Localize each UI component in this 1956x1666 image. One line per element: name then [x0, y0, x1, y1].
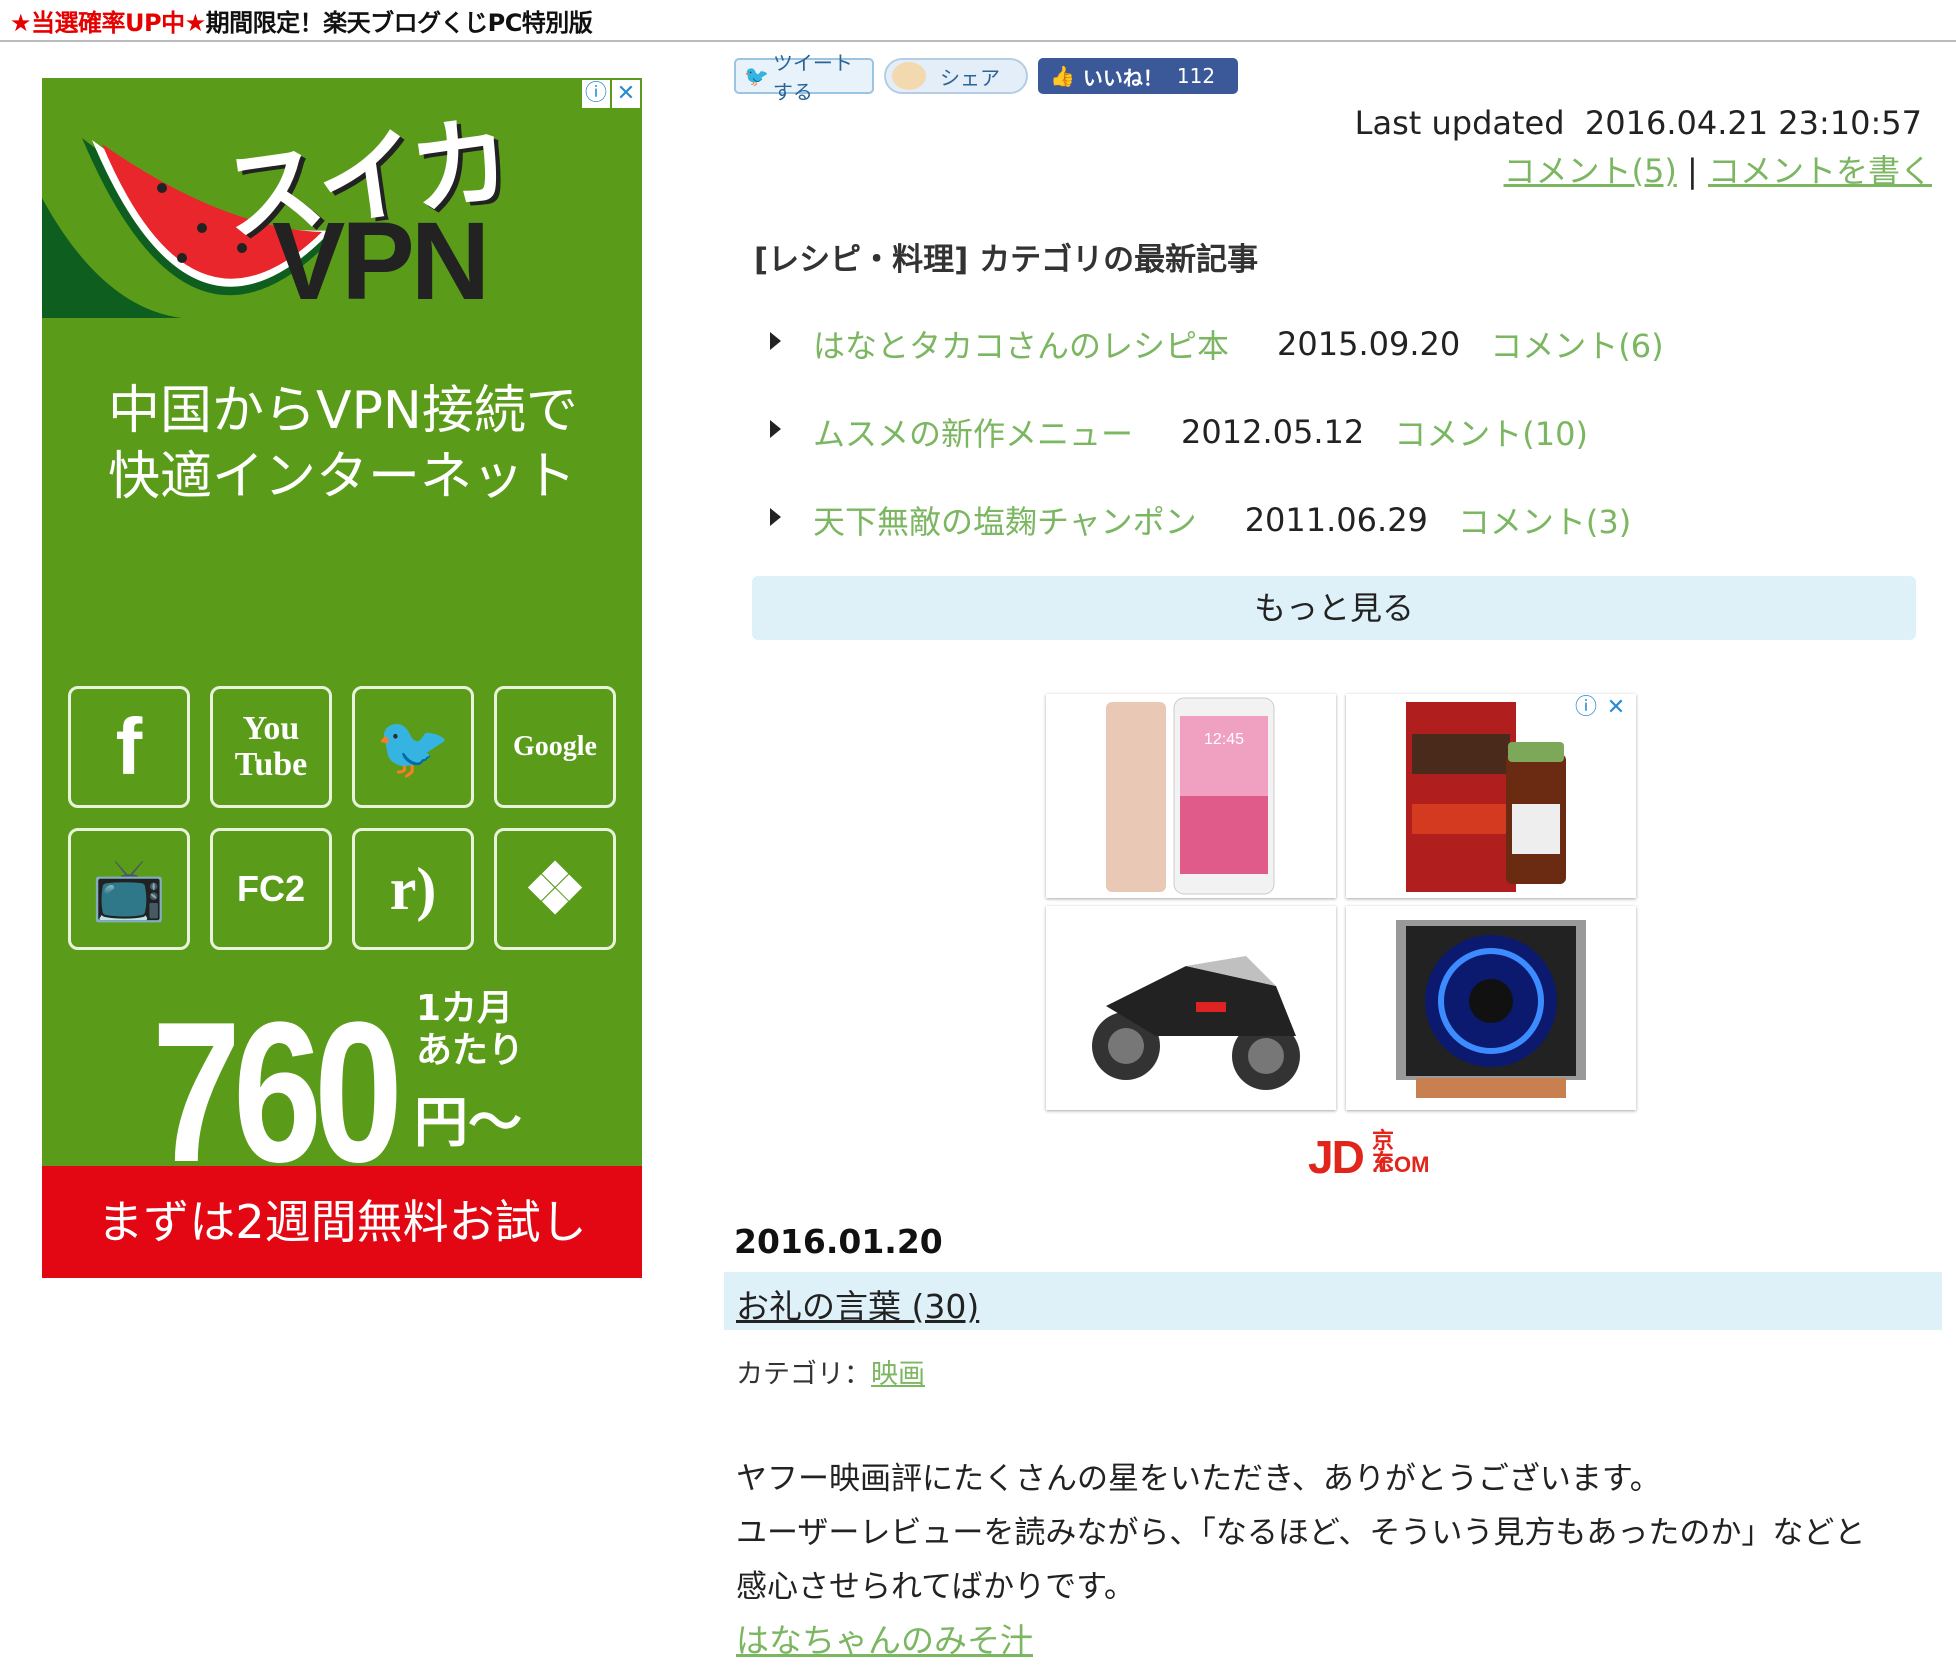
service-icon-grid: f You Tube 🐦 Google 📺 FC2 r) ❖: [68, 686, 616, 950]
last-updated-value: 2016.04.21 23:10:57: [1584, 104, 1922, 142]
share-label: シェア: [940, 65, 1000, 90]
post-body: ヤフー映画評にたくさんの星をいただき、ありがとうございます。 ユーザーレビューを…: [736, 1452, 1946, 1666]
post-title-link[interactable]: お礼の言葉 (30): [736, 1280, 979, 1328]
article-link[interactable]: ムスメの新作メニュー: [813, 409, 1133, 455]
like-label: いいね！: [1082, 65, 1163, 90]
cpu-cooler-image: [1396, 920, 1586, 1098]
post-body-line-1: ヤフー映画評にたくさんの星をいただき、ありがとうございます。: [736, 1461, 1661, 1497]
dropbox-icon: ❖: [494, 828, 616, 950]
ad-choices[interactable]: ⓘ ✕: [582, 80, 640, 108]
jd-logo: JD 京东 .COM: [1308, 1130, 1429, 1184]
ad-choices[interactable]: ⓘ ✕: [1572, 694, 1630, 722]
bullet-arrow-icon: [770, 332, 781, 350]
fc2-icon: FC2: [210, 828, 332, 950]
bullet-arrow-icon: [770, 420, 781, 438]
free-trial-cta[interactable]: まずは2週間無料お試し: [42, 1166, 642, 1278]
youtube-icon: You Tube: [210, 686, 332, 808]
facebook-icon: f: [68, 686, 190, 808]
like-count: 112: [1176, 64, 1216, 88]
tagline-line-1: 中国からVPN接続で: [108, 381, 578, 441]
close-icon[interactable]: ✕: [612, 80, 640, 108]
twitter-icon: 🐦: [352, 686, 474, 808]
supplement-image: [1406, 702, 1566, 892]
list-item: ムスメの新作メニュー 2012.05.12 コメント(10): [770, 388, 1920, 476]
comment-links: コメント(5) | コメントを書く: [1504, 146, 1932, 192]
category-section-title: [レシピ・料理] カテゴリの最新記事: [754, 242, 1259, 278]
post-body-link[interactable]: はなちゃんのみそ汁: [736, 1621, 1033, 1660]
post-category-link[interactable]: 映画: [871, 1359, 925, 1390]
product-nattokinase[interactable]: [1346, 694, 1636, 898]
jd-logo-com: .COM: [1372, 1152, 1430, 1177]
jd-logo-main: JD: [1308, 1131, 1365, 1183]
mascot-icon: [892, 62, 926, 90]
comment-separator: |: [1687, 152, 1698, 190]
list-item: はなとタカコさんのレシピ本 2015.09.20 コメント(6): [770, 300, 1920, 388]
article-comments-link[interactable]: コメント(3): [1458, 497, 1631, 543]
price-period: 1カ月 あたり: [416, 988, 524, 1072]
smartphone-image: 12:45: [1106, 697, 1275, 895]
niconico-icon: 📺: [68, 828, 190, 950]
bullet-arrow-icon: [770, 508, 781, 526]
twitter-bird-icon: 🐦: [744, 64, 769, 88]
article-link[interactable]: はなとタカコさんのレシピ本: [813, 321, 1229, 367]
facebook-like-button[interactable]: 👍 いいね！ 112: [1038, 58, 1238, 94]
post-body-line-2: ユーザーレビューを読みながら、「なるほど、そういう見方もあったのか」などと: [736, 1515, 1866, 1551]
post-category-label: カテゴリ：: [736, 1359, 871, 1390]
post-body-line-3: 感心させられてばかりです。: [736, 1569, 1135, 1605]
post-title-bar: お礼の言葉 (30): [724, 1272, 1942, 1330]
tagline-line-2: 快適インターネット: [108, 447, 577, 507]
product-motorbike[interactable]: [1046, 906, 1336, 1110]
last-updated-label: Last updated: [1354, 104, 1565, 142]
list-item: 天下無敵の塩麹チャンポン 2011.06.29 コメント(3): [770, 476, 1920, 564]
product-cpu-cooler[interactable]: [1346, 906, 1636, 1110]
article-comments-link[interactable]: コメント(6): [1490, 321, 1663, 367]
thumbs-up-icon: 👍: [1050, 64, 1075, 88]
google-icon: Google: [494, 686, 616, 808]
post-date: 2016.01.20: [734, 1222, 943, 1261]
recent-articles-list: はなとタカコさんのレシピ本 2015.09.20 コメント(6) ムスメの新作メ…: [770, 300, 1920, 564]
ad-tagline: 中国からVPN接続で 快適インターネット: [108, 378, 588, 510]
close-icon[interactable]: ✕: [1602, 694, 1630, 722]
info-icon[interactable]: ⓘ: [1572, 694, 1600, 722]
promo-highlight: ★当選確率UP中★: [10, 9, 206, 37]
svg-text:12:45: 12:45: [1204, 731, 1244, 748]
article-link[interactable]: 天下無敵の塩麹チャンポン: [813, 497, 1197, 543]
article-comments-link[interactable]: コメント(10): [1394, 409, 1588, 455]
article-date: 2015.09.20: [1277, 325, 1461, 363]
rakuten-radio-icon: r): [352, 828, 474, 950]
motorbike-image: [1092, 956, 1300, 1090]
price-period-line-1: 1カ月: [416, 988, 514, 1029]
jd-product-ad[interactable]: 12:45 ⓘ ✕ JD 京东 .COM: [1046, 694, 1640, 1184]
see-more-button[interactable]: もっと見る: [752, 576, 1916, 640]
tweet-label: ツイートする: [772, 51, 853, 104]
tweet-button[interactable]: 🐦 ツイートする: [734, 51, 874, 104]
vpn-ad-banner[interactable]: スイカ VPN ⓘ ✕ 中国からVPN接続で 快適インターネット f You T…: [42, 78, 642, 1278]
post-category: カテゴリ：映画: [736, 1352, 925, 1391]
promo-text: 期間限定！楽天ブログくじPC特別版: [205, 9, 593, 37]
article-date: 2012.05.12: [1181, 413, 1365, 451]
promo-link[interactable]: ★当選確率UP中★期間限定！楽天ブログくじPC特別版: [10, 3, 593, 38]
price-period-line-2: あたり: [416, 1030, 525, 1071]
info-icon[interactable]: ⓘ: [582, 80, 610, 108]
comment-count-link[interactable]: コメント(5): [1504, 152, 1677, 190]
product-smartphone[interactable]: 12:45: [1046, 694, 1336, 898]
share-button[interactable]: シェア: [884, 58, 1028, 94]
write-comment-link[interactable]: コメントを書く: [1708, 152, 1932, 190]
last-updated: Last updated 2016.04.21 23:10:57: [1355, 104, 1922, 142]
promo-bar: ★当選確率UP中★期間限定！楽天ブログくじPC特別版: [0, 0, 1956, 42]
article-date: 2011.06.29: [1244, 501, 1428, 539]
price-unit: 円〜: [414, 1091, 522, 1154]
product-name: VPN: [272, 200, 490, 323]
